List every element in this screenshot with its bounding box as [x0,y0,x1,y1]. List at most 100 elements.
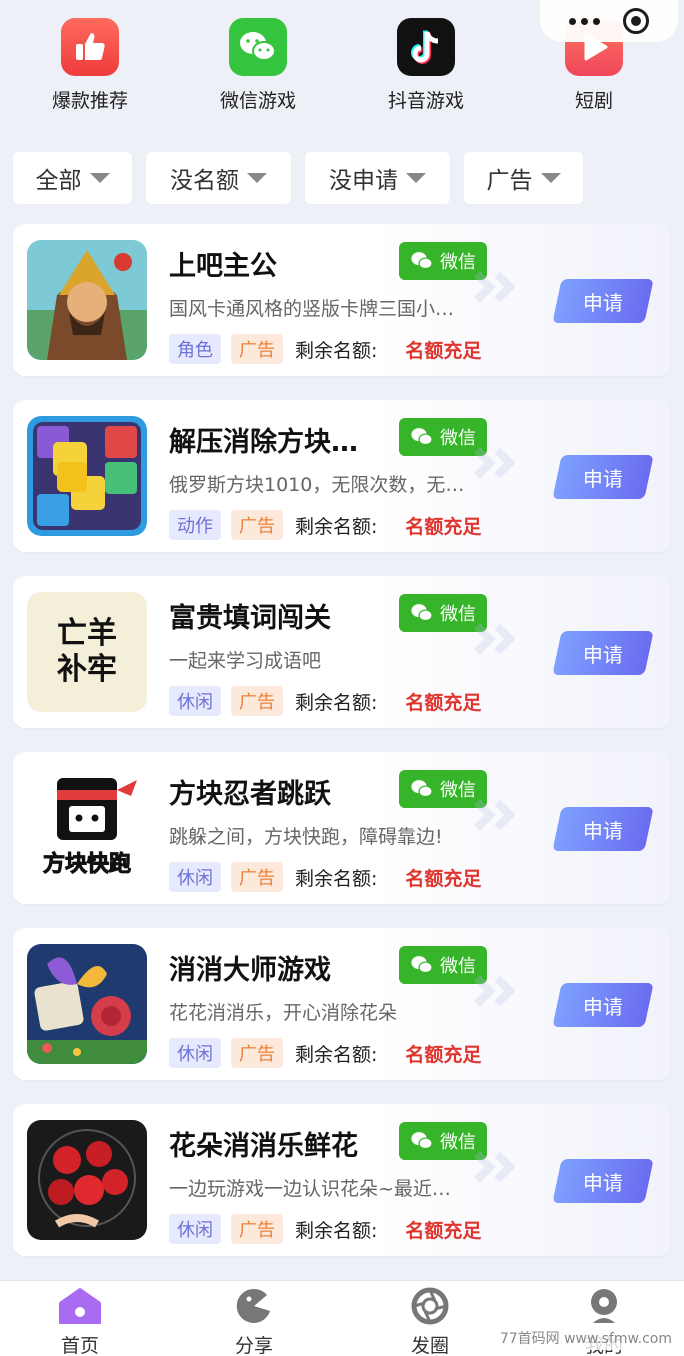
platform-label: 微信 [440,428,476,449]
game-card[interactable]: 消消大师游戏 微信 花花消消乐，开心消除花朵 休闲 广告 剩余名额: 名额充足 … [13,928,671,1080]
filter-label: 没名额 [170,168,239,194]
apply-button[interactable]: 申请 [552,455,654,499]
remaining-value: 名额充足 [405,691,482,714]
game-title: 解压消除方块… [169,427,358,458]
platform-badge: 微信 [399,242,487,280]
remaining-label: 剩余名额: [295,1043,378,1066]
nav-label: 分享 [234,1335,273,1356]
chevrons-decoration [464,799,516,831]
game-card[interactable]: 花朵消消乐鲜花 微信 一边玩游戏一边认识花朵~最近… 休闲 广告 剩余名额: 名… [13,1104,671,1256]
apply-button[interactable]: 申请 [552,1159,654,1203]
genre-tag: 休闲 [169,1038,221,1068]
apply-label: 申请 [583,642,623,667]
platform-badge: 微信 [399,1122,487,1160]
thumbs-up-icon [61,18,119,76]
chevrons-decoration [464,271,516,303]
aperture-icon [411,1287,449,1325]
ad-tag: 广告 [231,1038,283,1068]
platform-badge: 微信 [399,594,487,632]
apply-button[interactable]: 申请 [552,983,654,1027]
filter-ad[interactable]: 广告 [464,152,583,204]
game-title: 富贵填词闯关 [169,603,331,634]
wechat-icon [411,604,433,622]
platform-label: 微信 [440,252,476,273]
platform-label: 微信 [440,604,476,625]
game-description: 俄罗斯方块1010，无限次数，无… [169,474,465,496]
game-title: 花朵消消乐鲜花 [169,1131,358,1162]
category-wechat-games[interactable]: 微信游戏 [198,18,318,113]
more-icon[interactable] [569,17,601,25]
tag-row: 休闲 广告 剩余名额: 名额充足 [169,862,481,892]
remaining-label: 剩余名额: [295,339,378,362]
category-douyin-games[interactable]: 抖音游戏 [366,18,486,113]
filter-bar: 全部 没名额 没申请 广告 [13,152,583,204]
chevrons-decoration [464,1151,516,1183]
filter-all[interactable]: 全部 [13,152,132,204]
tag-row: 动作 广告 剩余名额: 名额充足 [169,510,481,540]
game-title: 上吧主公 [169,251,277,282]
filter-not-applied[interactable]: 没申请 [305,152,450,204]
home-icon [59,1288,101,1324]
apply-label: 申请 [583,466,623,491]
tag-row: 休闲 广告 剩余名额: 名额充足 [169,686,481,716]
nav-moments[interactable]: 发圈 [370,1287,490,1356]
apply-button[interactable]: 申请 [552,279,654,323]
nav-label: 首页 [60,1335,99,1356]
tag-row: 休闲 广告 剩余名额: 名额充足 [169,1038,481,1068]
game-card[interactable]: 解压消除方块… 微信 俄罗斯方块1010，无限次数，无… 动作 广告 剩余名额:… [13,400,671,552]
category-hot[interactable]: 爆款推荐 [30,18,150,113]
platform-badge: 微信 [399,418,487,456]
remaining-label: 剩余名额: [295,515,378,538]
thumbnail-text: 亡羊 [57,616,117,651]
apply-label: 申请 [583,818,623,843]
ad-tag: 广告 [231,334,283,364]
close-miniprogram-icon[interactable] [622,8,649,34]
genre-tag: 休闲 [169,862,221,892]
platform-label: 微信 [440,956,476,977]
game-thumbnail [27,944,147,1064]
caret-down-icon [540,173,561,183]
game-title: 消消大师游戏 [169,955,331,986]
ad-tag: 广告 [231,686,283,716]
ad-tag: 广告 [231,1214,283,1244]
game-card[interactable]: 上吧主公 微信 国风卡通风格的竖版卡牌三国小… 角色 广告 剩余名额: 名额充足… [13,224,671,376]
remaining-value: 名额充足 [405,1219,482,1242]
apply-label: 申请 [583,290,623,315]
remaining-value: 名额充足 [405,867,482,890]
apply-button[interactable]: 申请 [552,807,654,851]
game-card[interactable]: 亡羊 补牢 富贵填词闯关 微信 一起来学习成语吧 休闲 广告 剩余名额: 名额充… [13,576,671,728]
category-label: 短剧 [574,90,613,112]
nav-label: 发圈 [410,1335,449,1356]
game-description: 一起来学习成语吧 [169,650,322,672]
game-description: 一边玩游戏一边认识花朵~最近… [169,1178,451,1200]
game-thumbnail: 方块快跑 [27,768,147,888]
platform-label: 微信 [440,1132,476,1153]
apply-button[interactable]: 申请 [552,631,654,675]
category-label: 抖音游戏 [387,90,464,112]
filter-label: 全部 [35,168,82,194]
nav-share[interactable]: 分享 [194,1287,314,1356]
nav-home[interactable]: 首页 [20,1287,140,1356]
wechat-icon [411,1132,433,1150]
game-description: 国风卡通风格的竖版卡牌三国小… [169,298,455,320]
remaining-label: 剩余名额: [295,867,378,890]
filter-no-quota[interactable]: 没名额 [146,152,291,204]
genre-tag: 休闲 [169,686,221,716]
miniprogram-capsule[interactable] [540,0,678,42]
filter-label: 广告 [486,168,533,194]
tag-row: 角色 广告 剩余名额: 名额充足 [169,334,481,364]
chevrons-decoration [464,447,516,479]
apply-label: 申请 [583,1170,623,1195]
game-card[interactable]: 方块快跑 方块忍者跳跃 微信 跳躲之间，方块快跑，障碍靠边! 休闲 广告 剩余名… [13,752,671,904]
apply-label: 申请 [583,994,623,1019]
remaining-label: 剩余名额: [295,691,378,714]
thumbnail-text: 方块快跑 [42,852,131,878]
profile-icon [591,1289,617,1323]
game-thumbnail [27,240,147,360]
ad-tag: 广告 [231,862,283,892]
caret-down-icon [89,173,110,183]
chevrons-decoration [464,623,516,655]
wechat-icon [411,252,433,270]
tag-row: 休闲 广告 剩余名额: 名额充足 [169,1214,481,1244]
wechat-icon [411,956,433,974]
